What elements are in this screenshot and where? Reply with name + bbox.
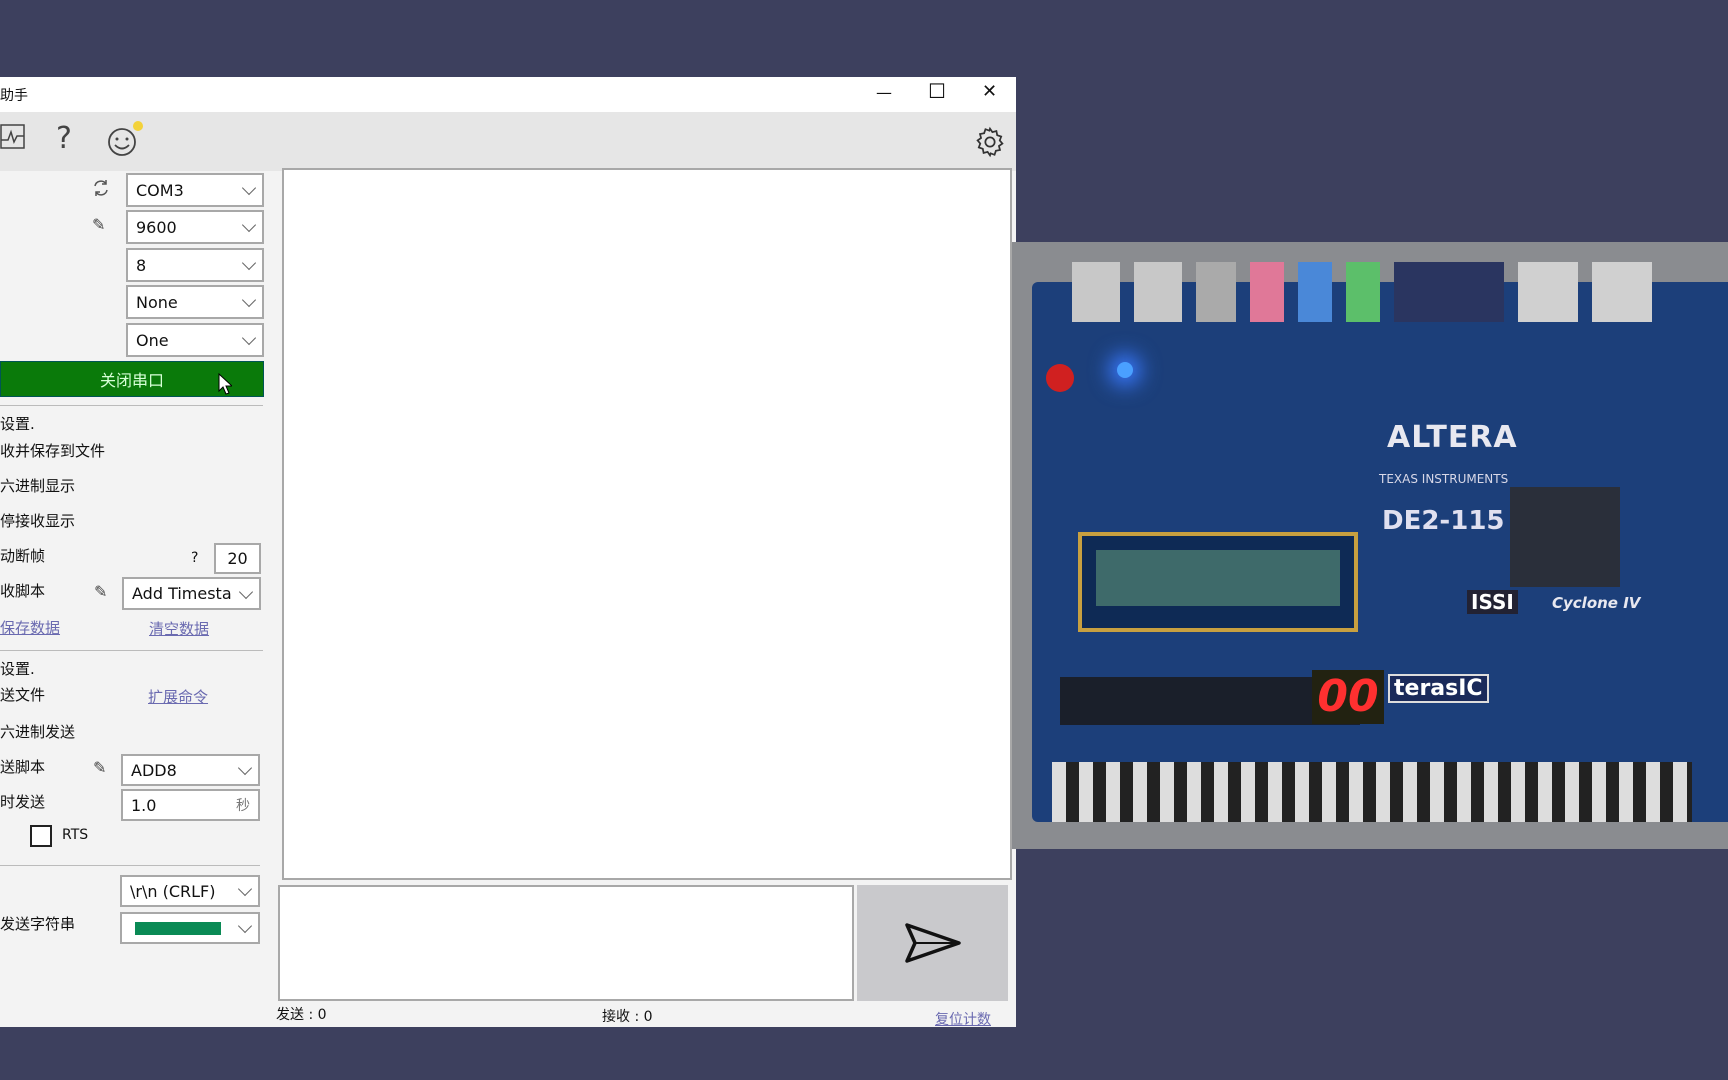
hex-send-option[interactable]: 六进制发送 — [0, 721, 75, 742]
chevron-down-icon — [238, 584, 254, 599]
frame-timeout-value: 20 — [227, 549, 248, 568]
send-script-select[interactable]: ADD8 — [121, 754, 260, 786]
auto-frame-option[interactable]: 动断帧 — [0, 545, 45, 566]
model-label: DE2-115 — [1382, 506, 1505, 536]
close-port-label: 关闭串口 — [99, 371, 164, 390]
refresh-icon[interactable] — [91, 178, 111, 198]
port-select[interactable]: COM3 — [126, 173, 264, 207]
pause-display-option[interactable]: 停接收显示 — [0, 510, 75, 531]
timed-send-option[interactable]: 时发送 — [0, 791, 45, 812]
lcd-module — [1078, 532, 1358, 632]
send-icon — [905, 923, 961, 963]
send-button[interactable] — [857, 885, 1008, 1001]
send-script-option[interactable]: 送脚本 — [0, 756, 45, 777]
minimize-button[interactable]: — — [876, 83, 892, 102]
slide-switches — [1052, 762, 1692, 822]
divider — [0, 405, 263, 406]
pen-icon[interactable]: ✎ — [93, 758, 106, 777]
frame-timeout-input[interactable]: 20 — [214, 543, 261, 574]
save-to-file-option[interactable]: 收并保存到文件 — [0, 440, 105, 461]
baud-select[interactable]: 9600 — [126, 210, 264, 244]
smiley-icon[interactable] — [106, 118, 148, 158]
ti-logo: TEXAS INSTRUMENTS — [1379, 472, 1509, 486]
seconds-unit: 秒 — [236, 798, 250, 814]
timed-send-value: 1.0 — [131, 795, 157, 815]
mouse-cursor-icon — [218, 373, 232, 395]
line-ending-select[interactable]: \r\n (CRLF) — [120, 875, 260, 907]
title-bar: 助手 — ☐ ✕ — [0, 77, 1016, 112]
parity-value: None — [136, 292, 178, 312]
port-value: COM3 — [136, 180, 184, 200]
blue-led — [1117, 362, 1133, 378]
rts-label: RTS — [62, 827, 89, 843]
stop-bits-value: One — [136, 330, 169, 350]
receive-area[interactable] — [282, 168, 1012, 880]
line-ending-value: \r\n (CRLF) — [130, 881, 216, 901]
serial-assistant-window: 助手 — ☐ ✕ ? COM3 ✎ 9600 8 None One 关闭串口 设… — [0, 77, 1016, 1027]
received-count: 接收 : 0 — [602, 1009, 653, 1025]
receive-script-option[interactable]: 收脚本 — [0, 580, 45, 601]
hex-display-option[interactable]: 六进制显示 — [0, 475, 75, 496]
clear-data-link[interactable]: 清空数据 — [149, 618, 209, 639]
issi-logo: ISSI — [1467, 590, 1518, 614]
terasic-logo: terasIC — [1388, 674, 1489, 703]
divider — [0, 650, 263, 651]
chevron-down-icon — [237, 760, 253, 776]
chevron-down-icon — [241, 330, 257, 346]
chevron-down-icon — [237, 918, 253, 934]
parity-select[interactable]: None — [126, 285, 264, 319]
cyclone-logo: Cyclone IV — [1552, 594, 1641, 612]
frame-help-icon[interactable]: ? — [191, 550, 198, 566]
send-string-label: 发送字符串 — [0, 915, 76, 933]
window-title: 助手 — [0, 88, 28, 104]
send-file-option[interactable]: 送文件 — [0, 684, 45, 705]
save-data-link[interactable]: 保存数据 — [0, 617, 60, 638]
settings-icon[interactable] — [974, 126, 1006, 158]
fpga-board-photo: ALTERA TEXAS INSTRUMENTS DE2-115 Cyclone… — [1012, 242, 1728, 849]
fpga-chip — [1510, 487, 1620, 587]
red-button — [1046, 364, 1074, 392]
chevron-down-icon — [241, 217, 257, 233]
send-section-title: 设置. — [0, 660, 35, 678]
timed-send-interval-input[interactable]: 1.0 秒 — [121, 789, 260, 821]
receive-script-select[interactable]: Add Timesta — [122, 577, 261, 610]
send-input[interactable] — [278, 885, 854, 1001]
stop-bits-select[interactable]: One — [126, 323, 264, 357]
altera-logo: ALTERA — [1387, 420, 1518, 455]
send-script-value: ADD8 — [131, 760, 177, 780]
baud-value: 9600 — [136, 217, 177, 237]
receive-script-value: Add Timesta — [132, 584, 232, 603]
pen-icon[interactable]: ✎ — [94, 582, 107, 601]
chart-icon[interactable] — [0, 124, 26, 150]
help-icon[interactable]: ? — [56, 124, 72, 154]
receive-section-title: 设置. — [0, 415, 35, 433]
maximize-button[interactable]: ☐ — [928, 79, 946, 103]
close-button[interactable]: ✕ — [982, 81, 997, 102]
chevron-down-icon — [241, 292, 257, 308]
chevron-down-icon — [241, 255, 257, 271]
color-swatch — [135, 922, 221, 935]
rts-checkbox[interactable] — [30, 825, 52, 847]
divider — [0, 865, 260, 866]
chevron-down-icon — [237, 881, 253, 897]
sent-count: 发送 : 0 — [276, 1007, 327, 1023]
pen-icon[interactable]: ✎ — [92, 215, 105, 234]
send-color-select[interactable] — [120, 912, 260, 944]
reset-count-link[interactable]: 复位计数 — [935, 1009, 991, 1027]
seven-segment-lit: 00 — [1312, 670, 1384, 724]
toolbar: ? — [0, 112, 1016, 171]
data-bits-select[interactable]: 8 — [126, 248, 264, 282]
connectors — [1072, 262, 1712, 322]
data-bits-value: 8 — [136, 255, 147, 275]
chevron-down-icon — [241, 180, 257, 196]
extended-commands-link[interactable]: 扩展命令 — [148, 686, 208, 707]
